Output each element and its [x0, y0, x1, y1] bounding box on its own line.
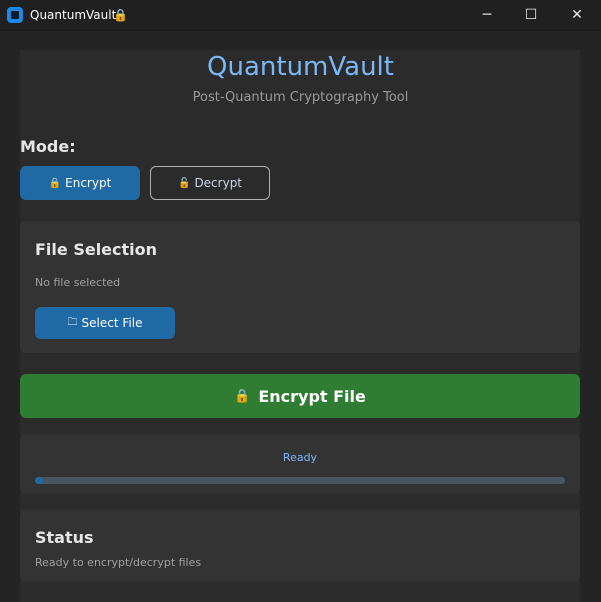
- window-titlebar: QuantumVault 🔒 ─ ☐ ✕: [0, 0, 601, 31]
- folder-icon: 🗀: [67, 316, 78, 328]
- select-file-button[interactable]: 🗀 Select File: [35, 307, 175, 339]
- encrypt-mode-button[interactable]: 🔒 Encrypt: [20, 166, 140, 200]
- minimize-button[interactable]: ─: [464, 0, 510, 30]
- unlock-icon: 🔓: [177, 177, 191, 189]
- progress-bar-fill: [35, 477, 43, 484]
- encrypt-mode-label: Encrypt: [65, 176, 112, 190]
- close-button[interactable]: ✕: [554, 0, 600, 30]
- lock-icon: 🔒: [113, 8, 128, 22]
- progress-bar: [35, 477, 565, 484]
- mode-label: Mode:: [20, 137, 76, 156]
- progress-panel: Ready: [20, 434, 580, 494]
- lock-icon: 🔒: [234, 388, 251, 404]
- lock-icon: 🔒: [48, 177, 62, 189]
- file-selection-heading: File Selection: [35, 240, 158, 259]
- app-icon: [7, 7, 23, 23]
- app-title: QuantumVault: [207, 52, 394, 82]
- file-status-text: No file selected: [35, 276, 121, 289]
- maximize-button[interactable]: ☐: [508, 0, 554, 30]
- app-subtitle: Post-Quantum Cryptography Tool: [192, 90, 409, 105]
- encrypt-file-label: Encrypt File: [258, 386, 366, 406]
- encrypt-file-button[interactable]: 🔒 Encrypt File: [20, 374, 580, 418]
- window-title: QuantumVault: [30, 8, 117, 22]
- status-heading: Status: [35, 528, 94, 547]
- file-selection-panel: File Selection No file selected 🗀 Select…: [20, 221, 580, 353]
- select-file-label: Select File: [81, 316, 143, 330]
- status-text: Ready to encrypt/decrypt files: [35, 556, 202, 569]
- progress-status-text: Ready: [282, 451, 318, 464]
- decrypt-mode-label: Decrypt: [194, 176, 243, 190]
- decrypt-mode-button[interactable]: 🔓 Decrypt: [150, 166, 270, 200]
- status-panel: Status Ready to encrypt/decrypt files: [20, 510, 580, 582]
